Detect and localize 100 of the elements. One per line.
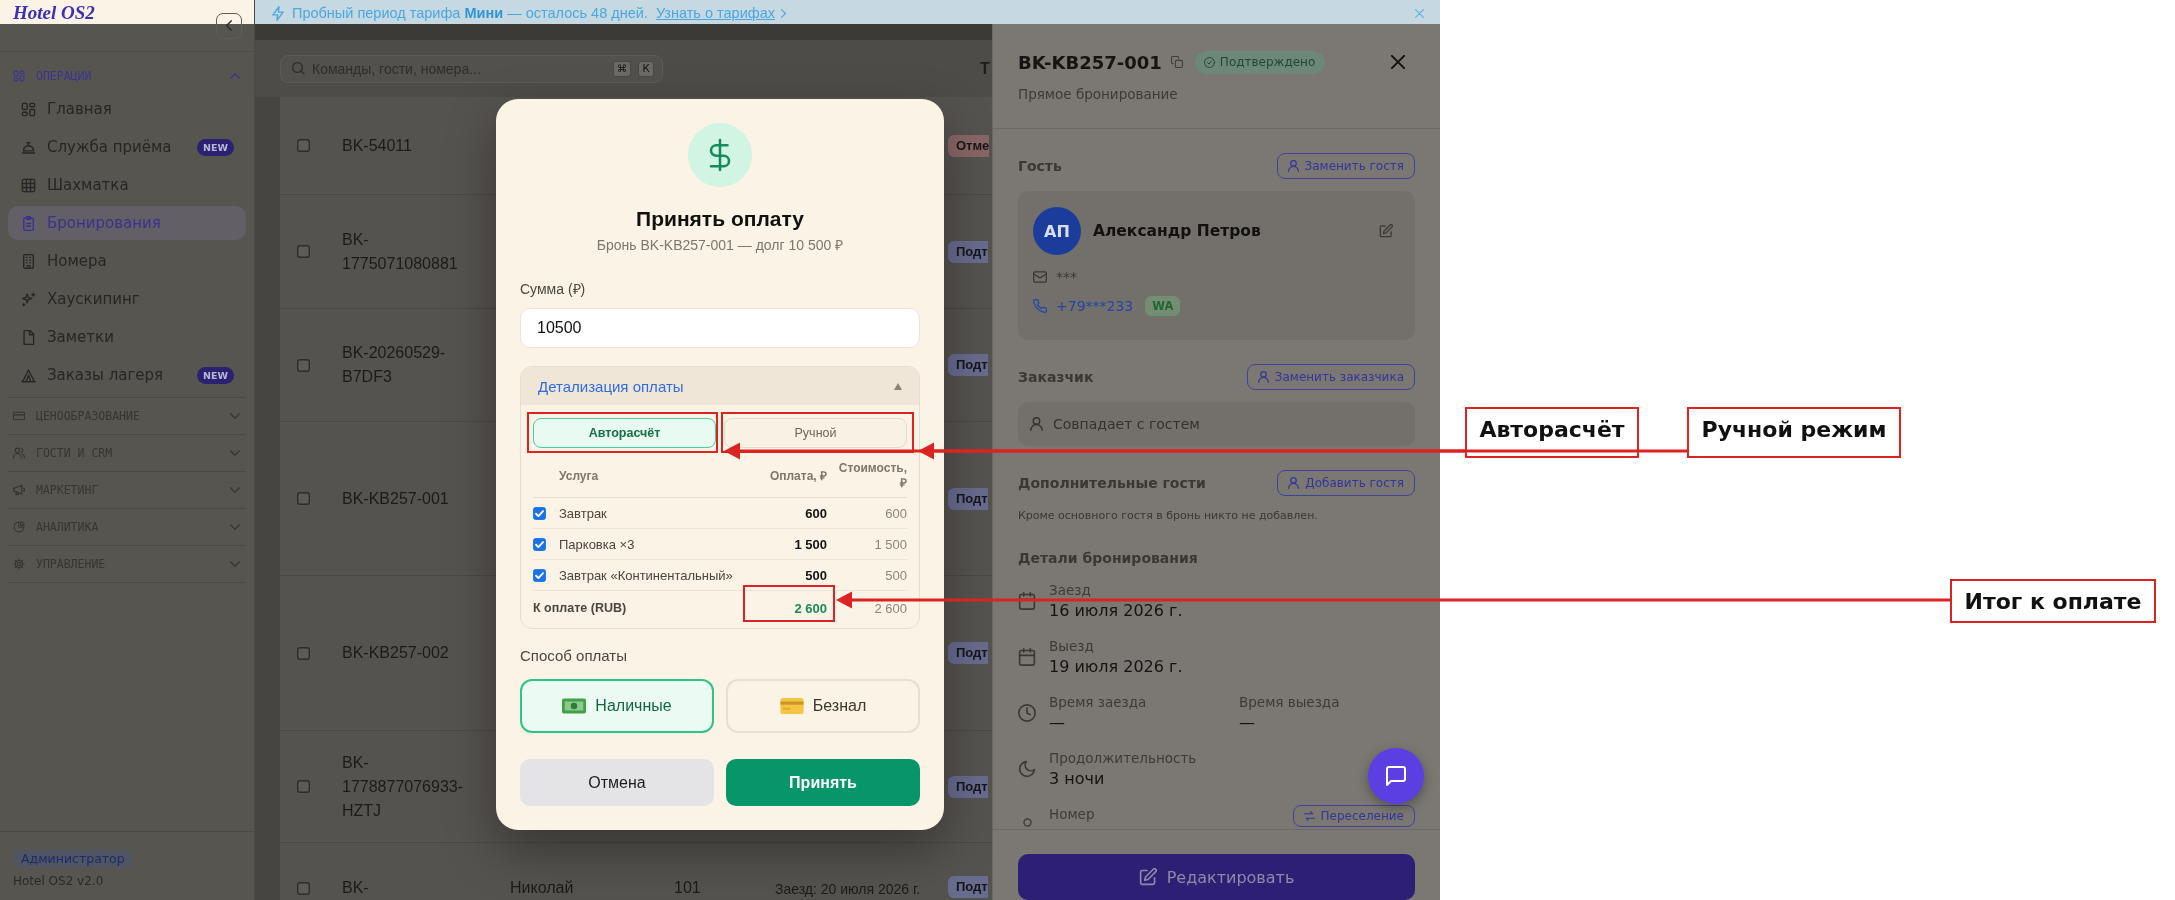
chevron-down-icon [230, 413, 240, 419]
avatar-initials: АП [1033, 207, 1081, 255]
row-checkbox[interactable] [297, 245, 310, 258]
room-number: 101 [674, 879, 701, 896]
copy-icon[interactable] [1170, 56, 1183, 68]
booking-id: BK-KB257-001 [342, 489, 449, 507]
close-icon [1391, 55, 1405, 69]
service-bell-icon [21, 139, 36, 155]
detail-label: Номер [1049, 805, 1095, 824]
cancel-button[interactable]: Отмена [520, 759, 714, 806]
replace-guest-button[interactable]: Заменить гостя [1276, 153, 1415, 179]
edit-icon [1138, 868, 1157, 886]
close-button[interactable] [1391, 55, 1405, 69]
calendar-icon [1018, 648, 1036, 666]
document-icon [21, 329, 36, 345]
column-header: Услуга [559, 468, 600, 484]
user-icon [1287, 160, 1299, 172]
row-checkbox[interactable] [297, 780, 310, 793]
detail-label: Время заезда [1049, 693, 1148, 712]
customer-text: Совпадает с гостем [1053, 416, 1200, 432]
relocate-button[interactable]: Переселение [1292, 805, 1415, 827]
payment-amount: 1 500 [793, 536, 827, 552]
chevron-down-icon [230, 561, 240, 567]
add-guest-button[interactable]: Добавить гостя [1277, 470, 1415, 496]
collapse-sidebar-button[interactable] [216, 12, 242, 39]
booking-id: BK-54011 [342, 136, 412, 154]
callout-label: Ручной режим [1687, 407, 1901, 458]
status-tag: Подт [948, 240, 988, 263]
caret-up-icon [894, 382, 902, 390]
users-icon [13, 447, 25, 459]
row-checkbox[interactable] [297, 139, 310, 152]
callout-label: Авторасчёт [1465, 407, 1639, 458]
dollar-icon [688, 123, 752, 187]
service-name: Парковка ×3 [559, 536, 636, 552]
status-tag: Подт [948, 775, 988, 798]
total-cost: 2 600 [874, 600, 907, 616]
shortcut-key: К [638, 60, 654, 77]
status-tag: Подт [948, 354, 988, 376]
messenger-badge[interactable]: WA [1145, 296, 1181, 316]
booking-id: BK-1778877076933-HZTJ [342, 753, 463, 819]
detail-label: Продолжительность [1049, 749, 1197, 768]
checkbox[interactable] [533, 568, 546, 582]
booking-id: BK-1775071080881 [342, 230, 458, 272]
detail-value: — [1049, 712, 1066, 734]
booking-source: Прямое бронирование [1018, 85, 1179, 104]
confirm-button[interactable]: Принять [726, 759, 920, 806]
guest-phone[interactable]: +79***233 [1056, 298, 1134, 314]
close-icon[interactable] [1415, 9, 1424, 18]
chevron-down-icon [230, 487, 240, 493]
payment-method-button[interactable]: Безнал [726, 679, 920, 733]
detail-label: Заезд [1049, 581, 1092, 600]
amount-field[interactable]: 10500 [520, 308, 920, 348]
edit-icon[interactable] [1379, 224, 1393, 238]
new-badge: NEW [197, 138, 234, 156]
checkbox[interactable] [533, 537, 546, 551]
clock-icon [1018, 704, 1036, 722]
search-icon [292, 62, 305, 75]
tent-icon [21, 367, 36, 383]
row-checkbox[interactable] [297, 358, 310, 372]
method-label: Способ оплаты [520, 646, 628, 666]
payment-amount: 500 [804, 567, 827, 583]
sparkles-icon [21, 291, 36, 307]
detail-label: Выезд [1049, 637, 1095, 656]
column-header: Оплата, ₽ [768, 468, 827, 484]
status-tag: Отме [948, 134, 990, 157]
building-icon [21, 253, 36, 269]
calendar-icon [1018, 592, 1036, 610]
edit-button[interactable]: Редактировать [1018, 854, 1415, 900]
breakdown-header[interactable]: Детализация оплаты [521, 367, 919, 405]
mode-toggle[interactable]: Ручной [724, 418, 907, 448]
total-label: К оплате (RUB) [533, 601, 627, 615]
chevron-up-icon [230, 73, 240, 79]
check-circle-icon [1203, 56, 1215, 68]
nav-section-header[interactable]: ОПЕРАЦИИ [8, 62, 246, 90]
row-checkbox[interactable] [297, 492, 310, 505]
mode-toggle[interactable]: Авторасчёт [533, 418, 716, 448]
payment-method-button[interactable]: Наличные [520, 679, 714, 733]
pie-chart-icon [13, 521, 25, 533]
replace-customer-button[interactable]: Заменить заказчика [1246, 364, 1415, 390]
service-cost: 600 [884, 505, 907, 521]
checkbox[interactable] [533, 506, 546, 520]
row-checkbox[interactable] [297, 646, 310, 660]
row-checkbox[interactable] [297, 882, 310, 895]
grid-icon [21, 101, 36, 117]
total-payment: 2 600 [794, 600, 827, 616]
chevron-left-icon [226, 20, 232, 31]
grid-icon [13, 70, 25, 82]
ring-icon [1023, 818, 1032, 827]
detail-value: 3 ночи [1049, 768, 1106, 790]
service-name: Завтрак «Континентальный» [559, 567, 734, 583]
payment-amount: 600 [804, 505, 827, 521]
chevron-down-icon [230, 524, 240, 530]
detail-value: 19 июля 2026 г. [1049, 656, 1183, 678]
chat-icon [1386, 766, 1406, 786]
pricing-link[interactable]: Узнать о тарифах [655, 5, 775, 22]
trial-message: Пробный период тарифа Мини — осталось 48 дней. [292, 5, 648, 22]
amount-label: Сумма (₽) [520, 280, 587, 299]
detail-label: Время выезда [1239, 693, 1340, 712]
section-title: Дополнительные гости [1018, 475, 1206, 491]
new-badge: NEW [197, 366, 234, 384]
